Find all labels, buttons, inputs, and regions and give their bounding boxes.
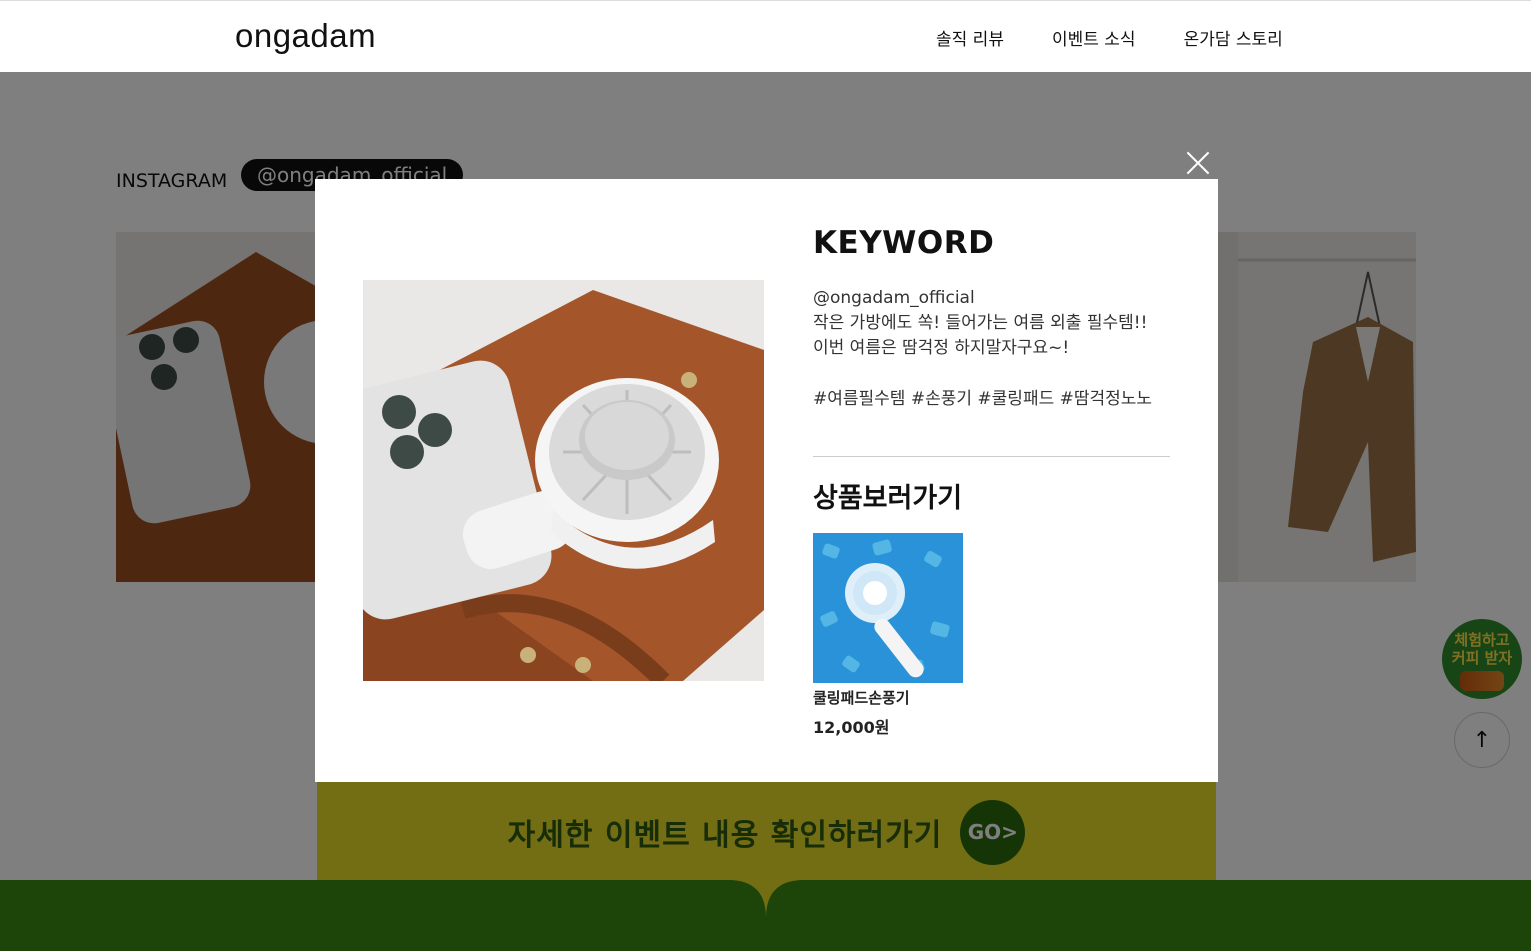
post-image xyxy=(363,280,764,681)
post-title: KEYWORD xyxy=(813,225,995,261)
caption-line: @ongadam_official xyxy=(813,288,975,308)
product-price: 12,000원 xyxy=(813,718,890,737)
hashtags: #여름필수템 #손풍기 #쿨링패드 #땀걱정노노 xyxy=(813,389,1153,409)
product-name[interactable]: 쿨링패드손풍기 xyxy=(813,687,963,708)
nav-item-event[interactable]: 이벤트 소식 xyxy=(1052,25,1136,50)
nav-item-story[interactable]: 온가담 스토리 xyxy=(1184,25,1283,50)
close-icon[interactable] xyxy=(1183,148,1213,178)
post-caption: @ongadam_official 작은 가방에도 쏙! 들어가는 여름 외출 … xyxy=(813,286,1173,361)
nav-item-review[interactable]: 솔직 리뷰 xyxy=(936,25,1004,50)
shop-section-title: 상품보러가기 xyxy=(813,483,963,514)
divider xyxy=(813,456,1170,457)
logo[interactable]: ongadam xyxy=(235,17,376,55)
instagram-post-modal: KEYWORD @ongadam_official 작은 가방에도 쏙! 들어가… xyxy=(315,179,1218,782)
product-image[interactable] xyxy=(813,533,963,683)
caption-line: 이번 여름은 땀걱정 하지말자구요~! xyxy=(813,338,1070,358)
site-header: ongadam 솔직 리뷰 이벤트 소식 온가담 스토리 xyxy=(0,0,1531,72)
product-card[interactable]: 쿨링패드손풍기 12,000원 xyxy=(813,533,963,738)
main-nav: 솔직 리뷰 이벤트 소식 온가담 스토리 xyxy=(936,25,1283,50)
caption-line: 작은 가방에도 쏙! 들어가는 여름 외출 필수템!! xyxy=(813,313,1148,333)
